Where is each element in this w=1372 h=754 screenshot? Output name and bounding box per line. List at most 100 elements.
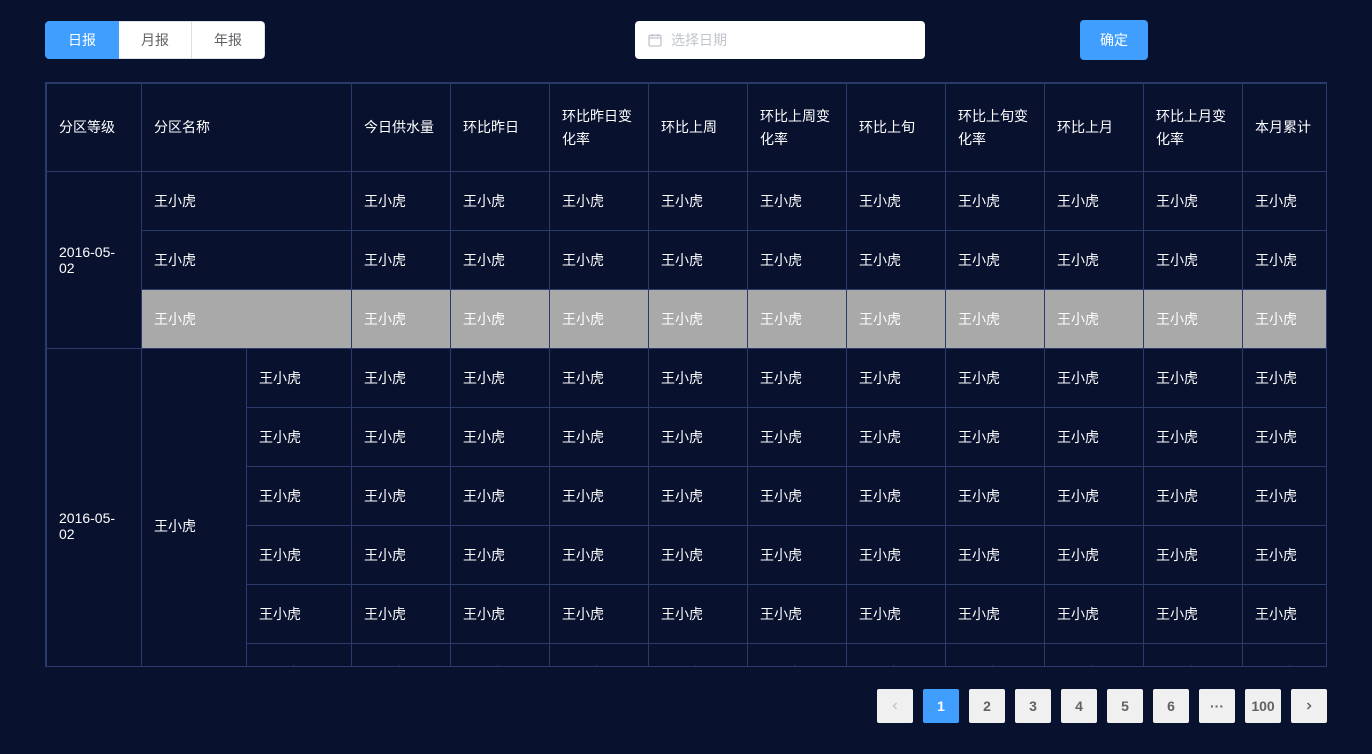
data-cell: 王小虎 — [748, 644, 847, 668]
data-cell: 王小虎 — [847, 644, 946, 668]
data-cell: 王小虎 — [748, 172, 847, 231]
col-header: 环比昨日变化率 — [550, 84, 649, 172]
data-cell: 王小虎 — [1045, 408, 1144, 467]
pagination: 123456 ··· 100 — [45, 689, 1327, 723]
data-cell: 王小虎 — [352, 408, 451, 467]
chevron-right-icon — [1303, 700, 1315, 712]
page-number[interactable]: 2 — [969, 689, 1005, 723]
table-row[interactable]: 2016-05-02王小虎王小虎王小虎王小虎王小虎王小虎王小虎王小虎王小虎王小虎… — [47, 349, 1328, 408]
data-cell: 王小虎 — [748, 231, 847, 290]
page-number[interactable]: 100 — [1245, 689, 1281, 723]
tab-月报[interactable]: 月报 — [119, 21, 192, 59]
data-cell: 王小虎 — [649, 290, 748, 349]
calendar-icon — [647, 32, 663, 48]
col-header: 环比上月变化率 — [1144, 84, 1243, 172]
data-cell: 王小虎 — [847, 349, 946, 408]
confirm-button[interactable]: 确定 — [1080, 20, 1148, 60]
data-cell: 王小虎 — [1045, 644, 1144, 668]
data-cell: 王小虎 — [1045, 290, 1144, 349]
data-cell: 王小虎 — [1045, 172, 1144, 231]
tab-日报[interactable]: 日报 — [45, 21, 119, 59]
col-header: 环比昨日 — [451, 84, 550, 172]
data-cell: 王小虎 — [649, 408, 748, 467]
data-cell: 王小虎 — [352, 644, 451, 668]
data-cell: 王小虎 — [1144, 585, 1243, 644]
date-picker[interactable]: 选择日期 — [635, 21, 925, 59]
col-header: 环比上旬 — [847, 84, 946, 172]
table-row[interactable]: 王小虎王小虎王小虎王小虎王小虎王小虎王小虎王小虎王小虎王小虎王小虎 — [47, 290, 1328, 349]
page-number[interactable]: 3 — [1015, 689, 1051, 723]
data-cell: 王小虎 — [1243, 231, 1328, 290]
data-cell: 王小虎 — [649, 585, 748, 644]
name-cell: 王小虎 — [247, 644, 352, 668]
data-cell: 王小虎 — [352, 526, 451, 585]
name-cell: 王小虎 — [247, 467, 352, 526]
data-cell: 王小虎 — [1243, 172, 1328, 231]
page-number[interactable]: 4 — [1061, 689, 1097, 723]
data-cell: 王小虎 — [1243, 290, 1328, 349]
data-cell: 王小虎 — [847, 290, 946, 349]
page-prev[interactable] — [877, 689, 913, 723]
level-cell: 2016-05-02 — [47, 349, 142, 668]
toolbar: 日报月报年报 选择日期 确定 — [45, 20, 1327, 60]
data-cell: 王小虎 — [847, 172, 946, 231]
data-cell: 王小虎 — [550, 408, 649, 467]
name-cell: 王小虎 — [142, 231, 352, 290]
data-cell: 王小虎 — [847, 585, 946, 644]
data-cell: 王小虎 — [1045, 467, 1144, 526]
col-header: 环比上周 — [649, 84, 748, 172]
data-cell: 王小虎 — [550, 172, 649, 231]
col-header: 环比上周变化率 — [748, 84, 847, 172]
col-header: 分区等级 — [47, 84, 142, 172]
data-cell: 王小虎 — [748, 467, 847, 526]
data-cell: 王小虎 — [1243, 467, 1328, 526]
col-header: 环比上旬变化率 — [946, 84, 1045, 172]
page-number[interactable]: 5 — [1107, 689, 1143, 723]
data-cell: 王小虎 — [946, 408, 1045, 467]
page-next[interactable] — [1291, 689, 1327, 723]
data-cell: 王小虎 — [946, 290, 1045, 349]
data-cell: 王小虎 — [748, 585, 847, 644]
page-number[interactable]: 6 — [1153, 689, 1189, 723]
data-cell: 王小虎 — [1243, 526, 1328, 585]
data-cell: 王小虎 — [946, 644, 1045, 668]
data-cell: 王小虎 — [451, 526, 550, 585]
data-cell: 王小虎 — [550, 526, 649, 585]
data-cell: 王小虎 — [451, 290, 550, 349]
name-cell: 王小虎 — [142, 290, 352, 349]
tab-年报[interactable]: 年报 — [192, 21, 265, 59]
data-cell: 王小虎 — [649, 349, 748, 408]
name-group-cell: 王小虎 — [142, 349, 247, 668]
data-cell: 王小虎 — [946, 231, 1045, 290]
data-cell: 王小虎 — [550, 290, 649, 349]
name-cell: 王小虎 — [247, 585, 352, 644]
data-cell: 王小虎 — [1243, 349, 1328, 408]
data-cell: 王小虎 — [1243, 408, 1328, 467]
data-cell: 王小虎 — [946, 467, 1045, 526]
data-cell: 王小虎 — [748, 290, 847, 349]
data-cell: 王小虎 — [649, 526, 748, 585]
data-cell: 王小虎 — [649, 467, 748, 526]
table-row[interactable]: 2016-05-02王小虎王小虎王小虎王小虎王小虎王小虎王小虎王小虎王小虎王小虎… — [47, 172, 1328, 231]
data-cell: 王小虎 — [847, 467, 946, 526]
data-cell: 王小虎 — [451, 467, 550, 526]
data-cell: 王小虎 — [352, 172, 451, 231]
data-cell: 王小虎 — [649, 644, 748, 668]
table-row[interactable]: 王小虎王小虎王小虎王小虎王小虎王小虎王小虎王小虎王小虎王小虎王小虎 — [47, 231, 1328, 290]
data-cell: 王小虎 — [946, 349, 1045, 408]
col-header: 本月累计 — [1243, 84, 1328, 172]
page-ellipsis: ··· — [1199, 689, 1235, 723]
data-cell: 王小虎 — [946, 526, 1045, 585]
chevron-left-icon — [889, 700, 901, 712]
date-placeholder: 选择日期 — [671, 30, 727, 50]
page-number[interactable]: 1 — [923, 689, 959, 723]
data-cell: 王小虎 — [1144, 172, 1243, 231]
data-cell: 王小虎 — [352, 467, 451, 526]
name-cell: 王小虎 — [247, 408, 352, 467]
data-cell: 王小虎 — [451, 172, 550, 231]
data-cell: 王小虎 — [1045, 585, 1144, 644]
data-cell: 王小虎 — [550, 349, 649, 408]
data-cell: 王小虎 — [649, 231, 748, 290]
data-cell: 王小虎 — [550, 644, 649, 668]
data-cell: 王小虎 — [550, 231, 649, 290]
